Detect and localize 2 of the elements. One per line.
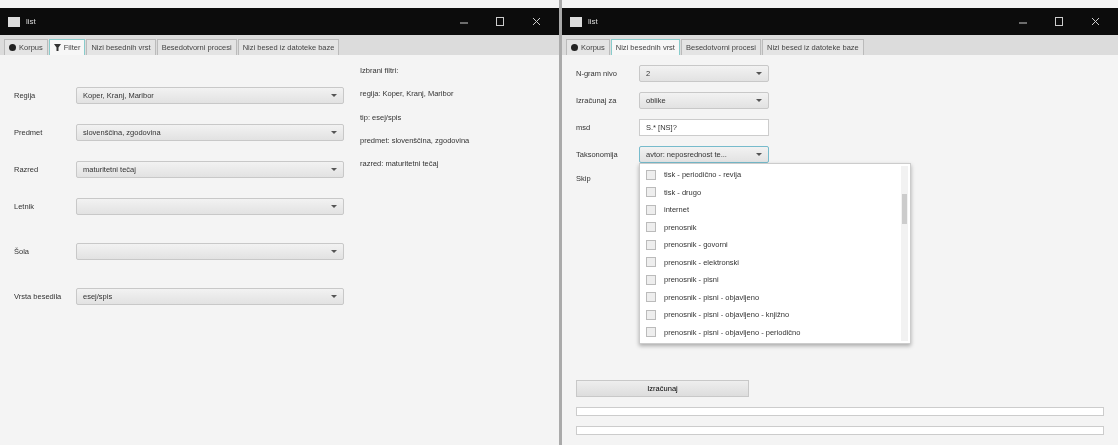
window-title: list: [26, 15, 37, 28]
window-title: list: [588, 15, 599, 28]
